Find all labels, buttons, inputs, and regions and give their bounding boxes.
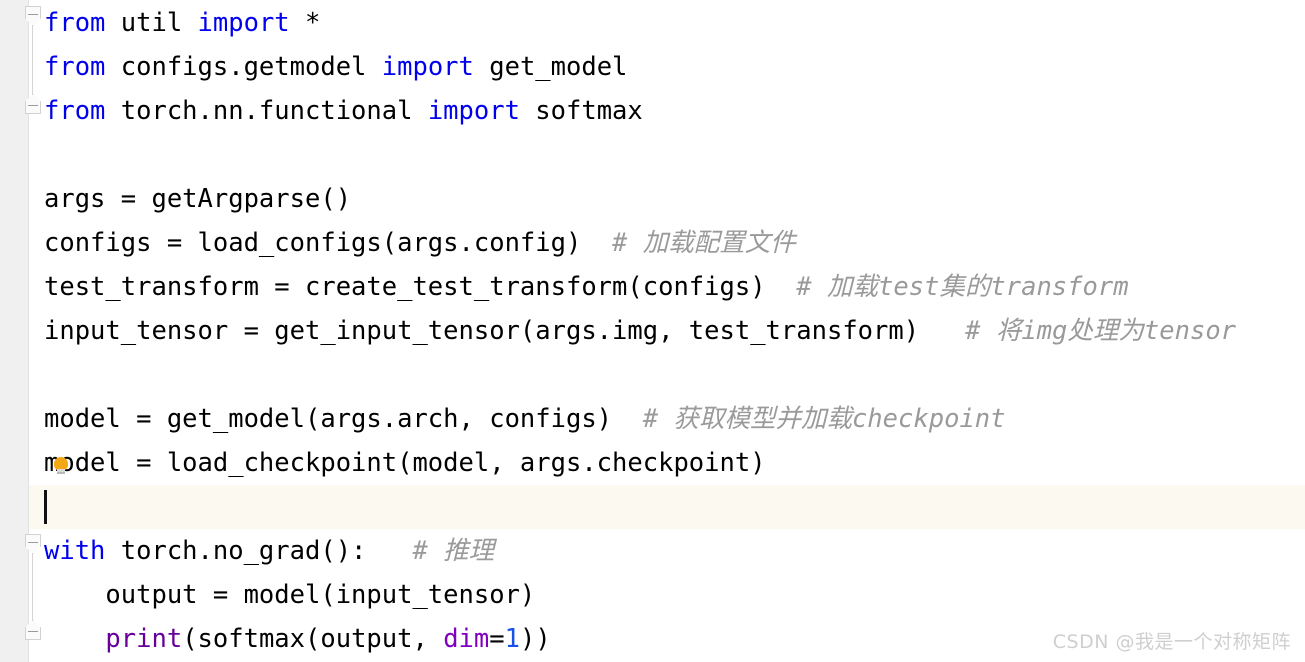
- token-kw: import: [197, 8, 305, 38]
- token-kw: with: [44, 536, 121, 566]
- fold-marker-shape: [25, 620, 41, 640]
- code-line-11[interactable]: model = load_checkpoint(model, args.chec…: [44, 441, 766, 485]
- token-comment: # 加载配置文件: [581, 228, 796, 258]
- token-comment: # 将img处理为tensor: [919, 316, 1237, 346]
- code-line-5[interactable]: args = getArgparse(): [44, 177, 351, 221]
- token-plain: model = load_checkpoint(model, args.chec…: [44, 448, 766, 478]
- token-plain: configs.getmodel: [120, 52, 382, 82]
- code-line-13[interactable]: with torch.no_grad(): # 推理: [44, 529, 494, 573]
- token-kw: from: [44, 96, 121, 126]
- code-line-14[interactable]: output = model(input_tensor): [44, 573, 535, 617]
- token-plain: )): [519, 624, 551, 654]
- fold-marker-shape: [25, 6, 41, 26]
- lightbulb-base: [57, 472, 65, 474]
- token-kw: import: [427, 96, 536, 126]
- fold-marker-minus: [28, 105, 38, 106]
- token-plain: output = model(input_tensor): [44, 580, 536, 610]
- token-plain: torch.no_grad():: [120, 536, 367, 566]
- token-num: 1: [504, 624, 520, 654]
- code-text-layer: from util import * from configs.getmodel …: [0, 0, 1305, 662]
- csdn-watermark: CSDN @我是一个对称矩阵: [1052, 631, 1291, 653]
- token-kw: import: [381, 52, 490, 82]
- code-line-7[interactable]: test_transform = create_test_transform(c…: [44, 265, 1129, 309]
- fold-with-end-icon[interactable]: [25, 620, 41, 640]
- token-plain: input_tensor = get_input_tensor(args.img…: [44, 316, 920, 346]
- token-plain: args = getArgparse(): [44, 184, 352, 214]
- token-plain: torch.nn.functional: [120, 96, 428, 126]
- code-line-6[interactable]: configs = load_configs(args.config) # 加载…: [44, 221, 796, 265]
- token-comment: # 获取模型并加载checkpoint: [612, 404, 1006, 434]
- editor-gutter[interactable]: [0, 0, 28, 662]
- text-caret: [44, 490, 47, 524]
- token-comment: # 加载test集的transform: [765, 272, 1129, 302]
- fold-rail-1: [32, 544, 33, 630]
- fold-marker-shape: [25, 94, 41, 114]
- token-kw: from: [44, 8, 121, 38]
- token-kw: from: [44, 52, 121, 82]
- token-builtin: print: [105, 624, 183, 654]
- token-plain: model = get_model(args.arch, configs): [44, 404, 613, 434]
- token-plain: softmax: [535, 96, 643, 126]
- fold-import-start-icon[interactable]: [25, 6, 41, 26]
- code-line-8[interactable]: input_tensor = get_input_tensor(args.img…: [44, 309, 1236, 353]
- token-comment: # 推理: [366, 536, 495, 566]
- token-plain: *: [305, 8, 321, 38]
- token-plain: test_transform = create_test_transform(c…: [44, 272, 766, 302]
- token-plain: =: [489, 624, 505, 654]
- lightbulb-icon[interactable]: [52, 457, 70, 477]
- code-line-10[interactable]: model = get_model(args.arch, configs) # …: [44, 397, 1005, 441]
- fold-marker-minus: [28, 14, 38, 15]
- fold-marker-minus: [28, 631, 38, 632]
- token-plain: util: [120, 8, 198, 38]
- token-kwarg: dim: [443, 624, 490, 654]
- fold-marker-minus: [28, 542, 38, 543]
- token-plain: (softmax(output,: [182, 624, 444, 654]
- code-line-3[interactable]: from torch.nn.functional import softmax: [44, 89, 643, 133]
- fold-rail-0: [32, 16, 33, 104]
- code-editor[interactable]: from util import * from configs.getmodel …: [0, 0, 1305, 662]
- current-line-highlight: [0, 485, 1305, 529]
- code-line-2[interactable]: from configs.getmodel import get_model: [44, 45, 627, 89]
- token-plain: configs = load_configs(args.config): [44, 228, 582, 258]
- code-line-15[interactable]: print(softmax(output, dim=1)): [44, 617, 551, 661]
- fold-marker-shape: [25, 534, 41, 554]
- code-line-1[interactable]: from util import *: [44, 1, 320, 45]
- fold-with-start-icon[interactable]: [25, 534, 41, 554]
- fold-import-end-icon[interactable]: [25, 94, 41, 114]
- token-plain: get_model: [489, 52, 628, 82]
